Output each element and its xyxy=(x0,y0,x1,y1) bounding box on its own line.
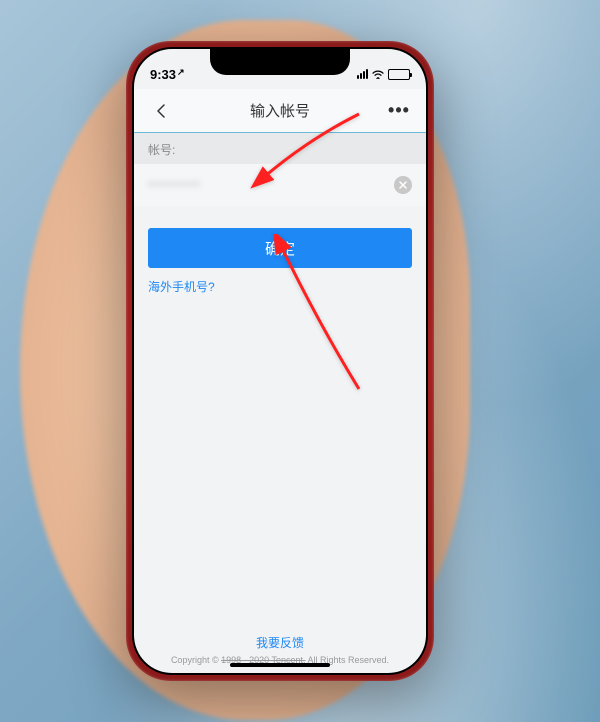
notch xyxy=(210,49,350,75)
overseas-phone-link[interactable]: 海外手机号? xyxy=(148,280,215,294)
phone-frame: 9:33↗ xyxy=(126,41,434,681)
signal-icon xyxy=(357,69,368,79)
footer: 我要反馈 Copyright © 1998 - 2020 Tencent. Al… xyxy=(134,634,426,673)
home-indicator xyxy=(230,663,330,667)
location-indicator-icon: ↗ xyxy=(177,67,185,77)
wifi-icon xyxy=(371,67,385,82)
back-button[interactable] xyxy=(146,96,176,126)
phone-screen: 9:33↗ xyxy=(134,49,426,673)
annotation-arrow-1 xyxy=(249,109,369,194)
more-button[interactable]: ••• xyxy=(384,96,414,126)
clear-button[interactable] xyxy=(394,176,412,194)
battery-icon xyxy=(388,69,410,80)
feedback-link[interactable]: 我要反馈 xyxy=(134,634,426,651)
annotation-arrow-2 xyxy=(269,234,379,399)
status-time: 9:33 xyxy=(150,67,176,82)
